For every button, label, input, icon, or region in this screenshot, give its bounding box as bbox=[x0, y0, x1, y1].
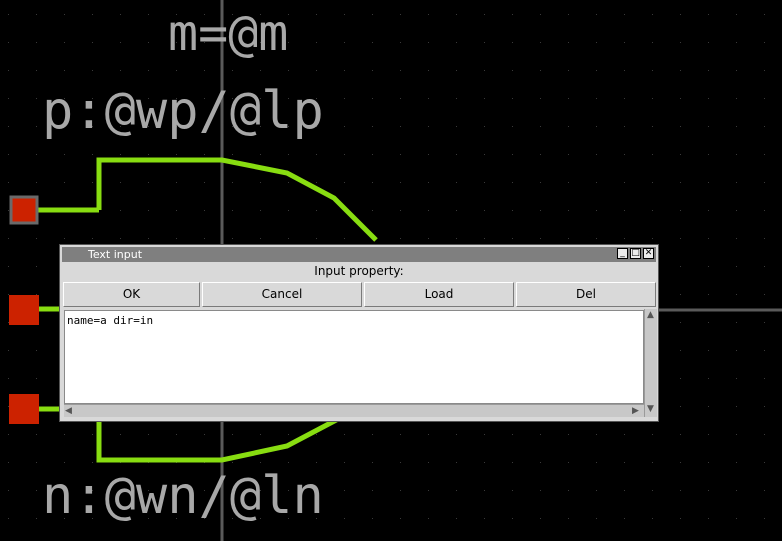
dialog-titlebar[interactable]: Text input _ □ ✕ bbox=[62, 247, 656, 262]
dialog-title: Text input bbox=[88, 248, 143, 261]
scroll-right-icon[interactable]: ▶ bbox=[632, 406, 639, 416]
pin-bottom[interactable] bbox=[9, 394, 39, 424]
property-text-area[interactable]: name=a dir=in bbox=[64, 310, 644, 404]
vertical-scrollbar[interactable]: ▲ ▼ bbox=[644, 309, 657, 417]
label-m: m=@m bbox=[168, 4, 288, 62]
close-icon[interactable]: ✕ bbox=[643, 248, 654, 259]
scroll-left-icon[interactable]: ◀ bbox=[65, 406, 72, 416]
input-prompt-label: Input property: bbox=[314, 264, 404, 278]
text-input-dialog: Text input _ □ ✕ Input property: OK Canc… bbox=[59, 244, 659, 422]
minimize-icon[interactable]: _ bbox=[617, 248, 628, 259]
pin-middle[interactable] bbox=[9, 295, 39, 325]
ok-button[interactable]: OK bbox=[63, 282, 200, 307]
scroll-up-icon[interactable]: ▲ bbox=[647, 310, 654, 320]
label-p: p:@wp/@lp bbox=[42, 81, 324, 141]
scroll-down-icon[interactable]: ▼ bbox=[647, 404, 654, 414]
pin-top[interactable] bbox=[9, 195, 39, 225]
load-button[interactable]: Load bbox=[364, 282, 514, 307]
maximize-icon[interactable]: □ bbox=[630, 248, 641, 259]
horizontal-scrollbar[interactable]: ◀ ▶ bbox=[64, 404, 644, 417]
cancel-button[interactable]: Cancel bbox=[202, 282, 362, 307]
label-n: n:@wn/@ln bbox=[42, 466, 324, 526]
del-button[interactable]: Del bbox=[516, 282, 656, 307]
